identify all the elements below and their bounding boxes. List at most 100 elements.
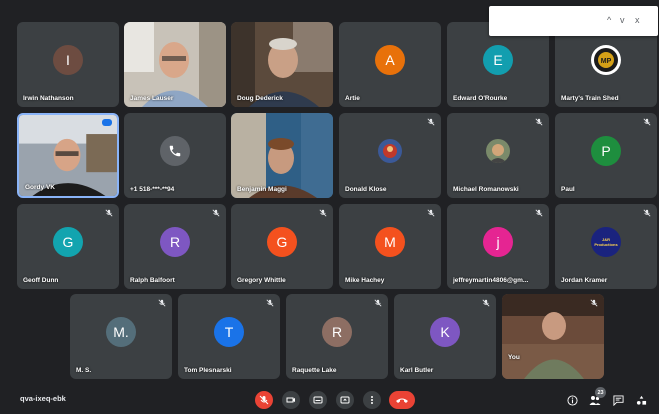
jkr-productions-logo-icon: J&R Productions <box>591 227 621 258</box>
participant-tile[interactable]: M Mike Hachey <box>339 204 441 289</box>
participant-tile[interactable]: G Geoff Dunn <box>17 204 119 289</box>
captions-button[interactable] <box>309 391 327 409</box>
more-vert-icon <box>371 396 373 404</box>
participant-avatar: R <box>322 317 352 348</box>
participant-name: Doug Dederick <box>237 95 283 102</box>
participant-tile[interactable]: James Lauser <box>124 22 226 107</box>
info-icon <box>566 394 578 406</box>
participant-avatar: G <box>267 227 297 258</box>
chevron-up-icon[interactable]: ^ <box>607 15 611 25</box>
participant-tile[interactable]: R Ralph Balfoort <box>124 204 226 289</box>
mic-off-icon <box>482 299 490 307</box>
mic-off-icon <box>105 209 113 217</box>
chevron-down-icon[interactable]: v <box>620 15 625 25</box>
participant-name: You <box>508 354 520 361</box>
participant-tile[interactable]: Doug Dederick <box>231 22 333 107</box>
camera-toggle-button[interactable] <box>282 391 300 409</box>
participant-name: James Lauser <box>130 95 174 102</box>
mic-off-icon <box>319 209 327 217</box>
mic-off-icon <box>535 118 543 126</box>
participant-avatar: E <box>483 45 513 76</box>
camera-icon <box>286 397 295 403</box>
end-call-icon <box>396 398 408 403</box>
participant-count-badge: 23 <box>595 387 606 398</box>
chat-icon <box>612 394 624 406</box>
participant-name: Jordan Kramer <box>561 277 608 284</box>
meeting-code: qva-ixeq-ebk <box>20 394 66 403</box>
participant-tile[interactable]: G Gregory Whittle <box>231 204 333 289</box>
meeting-details-button[interactable] <box>565 393 579 407</box>
train-shed-logo-icon: MP <box>591 45 621 76</box>
participant-avatar: A <box>375 45 405 76</box>
participant-tile[interactable]: Benjamin Maggi <box>231 113 333 198</box>
activities-button[interactable] <box>634 393 648 407</box>
participant-name: Donald Klose <box>345 186 387 193</box>
mic-off-icon <box>643 118 651 126</box>
close-icon[interactable]: x <box>635 15 640 25</box>
mic-off-icon <box>643 209 651 217</box>
participant-avatar: j <box>483 227 513 258</box>
participant-name: Marty's Train Shed <box>561 95 619 102</box>
participant-name: M. S. <box>76 367 92 374</box>
bottom-toolbar: qva-ixeq-ebk <box>0 385 659 414</box>
chat-button[interactable] <box>611 393 625 407</box>
participant-tile[interactable]: M. M. S. <box>70 294 172 379</box>
mic-off-icon <box>535 209 543 217</box>
participant-avatar: I <box>53 45 83 76</box>
mic-off-icon <box>374 299 382 307</box>
participant-name: Mike Hachey <box>345 277 385 284</box>
notification-popup: ^ v x <box>489 6 658 36</box>
participant-grid: I Irwin Nathanson James Lauser Doug Dede… <box>0 0 659 385</box>
participant-name: Paul <box>561 186 575 193</box>
participant-name: Karl Butler <box>400 367 434 374</box>
mic-off-icon <box>266 299 274 307</box>
participant-name: +1 518-***-**94 <box>130 186 175 193</box>
participant-name: Edward O'Rourke <box>453 95 508 102</box>
participant-tile[interactable]: j jeffreymartin4806@gm... <box>447 204 549 289</box>
leave-call-button[interactable] <box>389 391 415 409</box>
participant-avatar: R <box>160 227 190 258</box>
participant-tile-self[interactable]: You <box>502 294 604 379</box>
participant-name: Raquette Lake <box>292 367 337 374</box>
participant-name: Tom Plesnarski <box>184 367 232 374</box>
participant-avatar: P <box>591 136 621 167</box>
participant-avatar: T <box>214 317 244 348</box>
mic-off-icon <box>427 209 435 217</box>
participant-tile[interactable]: P Paul <box>555 113 657 198</box>
participant-tile[interactable]: +1 518-***-**94 <box>124 113 226 198</box>
svg-text:MP: MP <box>601 58 612 65</box>
present-screen-icon <box>340 396 350 404</box>
participant-tile[interactable]: Donald Klose <box>339 113 441 198</box>
participant-tile[interactable]: R Raquette Lake <box>286 294 388 379</box>
mic-off-icon <box>590 299 598 307</box>
mic-off-icon <box>427 118 435 126</box>
participant-tile[interactable]: T Tom Plesnarski <box>178 294 280 379</box>
participant-name: Benjamin Maggi <box>237 186 287 193</box>
participant-tile[interactable]: J&R Productions Jordan Kramer <box>555 204 657 289</box>
participant-tile[interactable]: Michael Romanowski <box>447 113 549 198</box>
present-button[interactable] <box>336 391 354 409</box>
phone-icon <box>160 136 190 167</box>
participant-avatar: M. <box>106 317 136 348</box>
mic-off-icon <box>212 209 220 217</box>
participant-tile-active-speaker[interactable]: Gordy VK <box>17 113 119 198</box>
self-video <box>502 294 604 379</box>
captions-icon <box>313 396 323 404</box>
participant-name: jeffreymartin4806@gm... <box>453 277 529 284</box>
mic-toggle-button[interactable] <box>255 391 273 409</box>
participant-avatar: M <box>375 227 405 258</box>
participant-tile[interactable]: I Irwin Nathanson <box>17 22 119 107</box>
participant-tile[interactable]: A Artie <box>339 22 441 107</box>
participant-name: Irwin Nathanson <box>23 95 74 102</box>
more-options-button[interactable] <box>363 391 381 409</box>
participant-avatar: K <box>430 317 460 348</box>
participant-tile[interactable]: K Karl Butler <box>394 294 496 379</box>
participant-name: Gordy VK <box>25 184 55 191</box>
participant-avatar: G <box>53 227 83 258</box>
mic-off-icon <box>259 395 269 405</box>
participant-name: Artie <box>345 95 360 102</box>
activities-shapes-icon <box>636 395 646 405</box>
participant-name: Geoff Dunn <box>23 277 59 284</box>
speaking-indicator-icon <box>102 119 112 126</box>
participant-photo-avatar <box>378 139 402 164</box>
